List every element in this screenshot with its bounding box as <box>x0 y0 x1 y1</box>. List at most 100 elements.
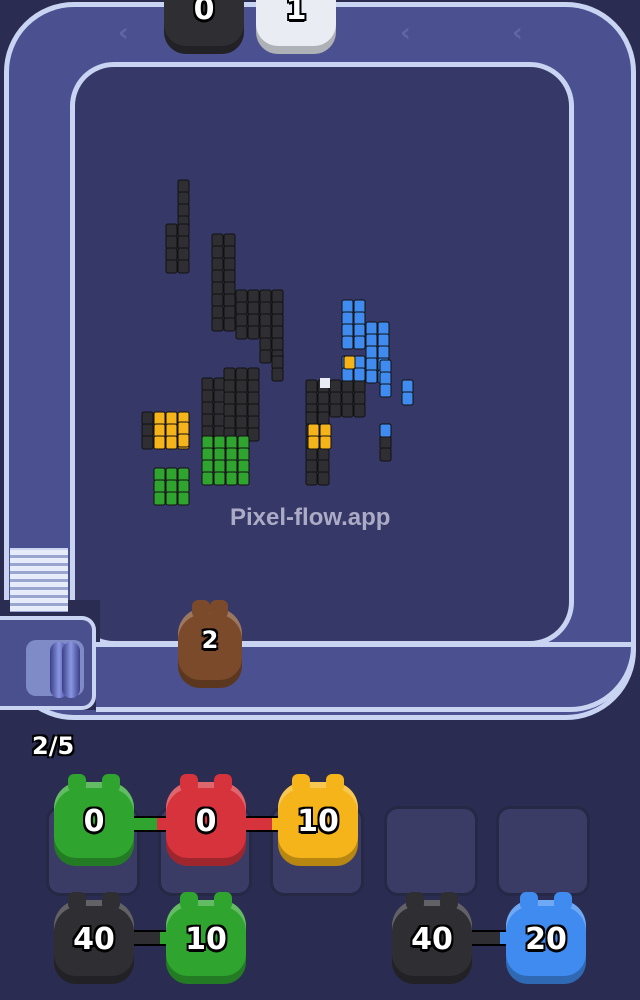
pixel-block-black <box>201 413 214 428</box>
pixel-block-black <box>213 401 226 416</box>
pixel-block-black <box>213 377 226 392</box>
pixel-block-black <box>223 403 236 418</box>
pixel-block-green <box>201 471 214 486</box>
pixel-block-green <box>165 479 178 494</box>
pixel-block-black <box>271 367 284 382</box>
queue-pig-blue[interactable]: 20 <box>506 892 586 984</box>
pixel-block-black <box>165 235 178 250</box>
pixel-block-black <box>211 293 224 308</box>
watermark-text: Pixel-flow.app <box>230 504 391 531</box>
pixel-block-black <box>141 435 154 450</box>
pixel-block-green <box>177 467 190 482</box>
pixel-block-black <box>211 305 224 320</box>
pixel-block-green <box>153 467 166 482</box>
pixel-block-black <box>235 301 248 316</box>
pixel-block-blue <box>353 311 366 326</box>
pixel-block-green <box>201 435 214 450</box>
pixel-block-green <box>225 447 238 462</box>
pixel-block-black <box>177 259 190 274</box>
pixel-block-blue <box>379 383 392 398</box>
queue-slot-empty[interactable] <box>384 806 478 896</box>
pixel-block-black <box>223 245 236 260</box>
pixel-block-black <box>211 281 224 296</box>
pixel-block-yellow <box>165 411 178 426</box>
pixel-block-black <box>271 325 284 340</box>
pixel-block-black <box>247 391 260 406</box>
pixel-block-black <box>317 471 330 486</box>
pixel-block-yellow <box>153 411 166 426</box>
pixel-block-blue <box>377 333 390 348</box>
pixel-block-black <box>211 245 224 260</box>
pixel-block-black <box>271 301 284 316</box>
pixel-block-black <box>201 389 214 404</box>
pixel-block-green <box>153 479 166 494</box>
pixel-block-black <box>177 179 190 194</box>
pixel-block-black <box>223 281 236 296</box>
pixel-block-black <box>247 379 260 394</box>
pixel-block-black <box>247 301 260 316</box>
pixel-block-green <box>201 447 214 462</box>
queue-pig-black[interactable]: 40 <box>54 892 134 984</box>
pixel-block-black <box>329 379 342 394</box>
pixel-block-black <box>177 191 190 206</box>
pixel-block-black <box>165 247 178 262</box>
pixel-block-blue <box>365 333 378 348</box>
pixel-block-green <box>213 447 226 462</box>
pixel-block-green <box>237 471 250 486</box>
pixel-block-green <box>177 479 190 494</box>
pixel-block-black <box>353 403 366 418</box>
queue-pig-green[interactable]: 0 <box>54 774 134 866</box>
pixel-block-green <box>237 459 250 474</box>
pixel-block-black <box>317 411 330 426</box>
pixel-block-black <box>259 325 272 340</box>
pixel-block-black <box>235 367 248 382</box>
pixel-block-black <box>341 379 354 394</box>
pixel-block-yellow <box>307 435 320 450</box>
pixel-block-black <box>305 447 318 462</box>
pixel-block-green <box>225 471 238 486</box>
pixel-block-blue <box>401 391 414 406</box>
queue-pig-black[interactable]: 40 <box>392 892 472 984</box>
pixel-block-black <box>165 259 178 274</box>
pixel-block-black <box>223 233 236 248</box>
pixel-block-yellow <box>319 423 332 438</box>
pixel-block-yellow <box>177 433 190 448</box>
pixel-block-black <box>235 391 248 406</box>
pixel-block-black <box>317 447 330 462</box>
queue-pig-red[interactable]: 0 <box>166 774 246 866</box>
pixel-block-blue <box>341 335 354 350</box>
pixel-block-blue <box>365 369 378 384</box>
pixel-block-green <box>225 459 238 474</box>
pixel-block-green <box>153 491 166 506</box>
queue-pig-green[interactable]: 10 <box>166 892 246 984</box>
pixel-block-black <box>201 401 214 416</box>
pixel-block-green <box>165 491 178 506</box>
pixel-block-black <box>177 203 190 218</box>
progress-counter: 2/5 <box>32 732 75 760</box>
pixel-block-black <box>247 289 260 304</box>
pixel-block-black <box>305 411 318 426</box>
pixel-block-black <box>235 415 248 430</box>
active-pig-brown: 2 <box>178 600 242 688</box>
pixel-block-blue <box>401 379 414 394</box>
queue-slot-empty[interactable] <box>496 806 590 896</box>
pixel-block-blue <box>365 321 378 336</box>
pixel-block-black <box>271 355 284 370</box>
pixel-block-black <box>177 235 190 250</box>
pixel-block-black <box>223 391 236 406</box>
pixel-block-black <box>235 379 248 394</box>
pixel-block-blue <box>353 355 366 370</box>
pixel-block-black <box>223 415 236 430</box>
pixel-block-black <box>259 313 272 328</box>
pixel-block-black <box>213 413 226 428</box>
pixel-block-blue <box>377 345 390 360</box>
pixel-block-black <box>305 471 318 486</box>
pixel-block-black <box>235 313 248 328</box>
pixel-block-blue <box>379 423 392 438</box>
pixel-block-green <box>213 471 226 486</box>
pixel-block-green <box>177 491 190 506</box>
pixel-block-blue <box>341 299 354 314</box>
pixel-block-blue <box>341 367 354 382</box>
pixel-block-black <box>305 379 318 394</box>
queue-pig-yellow[interactable]: 10 <box>278 774 358 866</box>
